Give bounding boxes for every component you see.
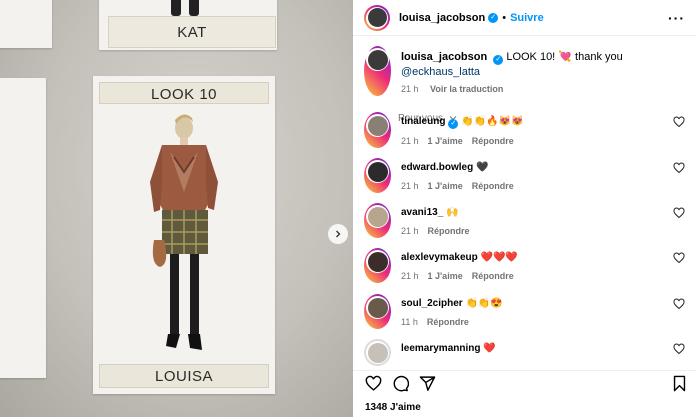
comment-like-heart-icon[interactable]: [673, 116, 685, 128]
comment-text: 🙌: [446, 207, 459, 218]
comment-likes[interactable]: 1 J'aime: [428, 271, 463, 281]
caption-username[interactable]: louisa_jacobson: [401, 51, 487, 63]
reply-button[interactable]: Répondre: [472, 136, 514, 146]
comment-like-heart-icon[interactable]: [673, 343, 685, 355]
comment-text: 👏👏🔥😻😻: [461, 116, 524, 127]
photo-sheet-topleft: [0, 0, 52, 48]
comment-avatar[interactable]: [367, 161, 388, 182]
caption-avatar: [367, 49, 388, 70]
comment-like-heart-icon[interactable]: [673, 252, 685, 264]
comment-avatar[interactable]: [367, 206, 388, 227]
comment-item: soul_2cipher 👏👏😍 11 h Répondre: [364, 294, 685, 329]
likes-count[interactable]: 1348 J'aime: [365, 402, 421, 413]
comment-text: ❤️: [483, 343, 496, 354]
see-translation-button[interactable]: Voir la traduction: [430, 84, 503, 94]
comment-item: tinaleung ✓ 👏👏🔥😻😻 21 h 1 J'aime Répondre: [364, 112, 685, 148]
comment-time[interactable]: 21 h: [401, 226, 419, 236]
verified-badge-icon: ✓: [448, 119, 459, 129]
reply-button[interactable]: Répondre: [472, 181, 514, 191]
comment-username[interactable]: avani13_: [401, 207, 443, 218]
post-panel: louisa_jacobson ✓ • Suivre ··· louisa_ja…: [353, 0, 696, 417]
caption: louisa_jacobson ✓ LOOK 10! 💘 thank you @…: [353, 37, 696, 96]
comment-avatar[interactable]: [367, 297, 388, 318]
comment-item: alexlevymakeup ❤️❤️❤️ 21 h 1 J'aime Répond…: [364, 248, 685, 283]
caption-time[interactable]: 21 h: [401, 84, 419, 94]
comment-text: 🖤: [476, 162, 489, 173]
caption-mention-link[interactable]: @eckhaus_latta: [401, 66, 480, 78]
reply-button[interactable]: Répondre: [472, 271, 514, 281]
comment-item: avani13_ 🙌 21 h Répondre: [364, 203, 685, 238]
comment-username[interactable]: soul_2cipher: [401, 298, 463, 309]
share-icon[interactable]: [419, 375, 436, 392]
comment-time[interactable]: 11 h: [401, 317, 418, 327]
caption-text: LOOK 10! 💘 thank you: [506, 51, 623, 63]
comment-likes[interactable]: 1 J'aime: [428, 136, 463, 146]
comment-text: ❤️❤️❤️: [480, 252, 518, 263]
chevron-right-icon: [336, 230, 341, 238]
comment-username[interactable]: alexlevymakeup: [401, 252, 478, 263]
photo-name-label: LOUISA: [154, 368, 214, 385]
comment-icon[interactable]: [392, 375, 409, 392]
verified-badge-icon: ✓: [488, 12, 499, 23]
more-options-icon[interactable]: ···: [668, 10, 685, 26]
reply-button[interactable]: Répondre: [427, 317, 469, 327]
model-figure: [150, 114, 218, 350]
follow-button[interactable]: Suivre: [510, 12, 544, 24]
verified-badge-icon: ✓: [493, 55, 504, 65]
comment-like-heart-icon[interactable]: [673, 162, 685, 174]
photo-top-label: KAT: [177, 24, 207, 41]
heart-icon[interactable]: [365, 375, 382, 392]
comment-username[interactable]: leemarymanning: [401, 343, 480, 354]
comment-avatar[interactable]: [367, 342, 388, 363]
comment-avatar[interactable]: [367, 115, 388, 136]
comment-item: leemarymanning ❤️: [364, 339, 685, 366]
post-header: louisa_jacobson ✓ • Suivre ···: [353, 0, 696, 36]
comment-username[interactable]: tinaleung: [401, 116, 445, 127]
separator-dot: •: [502, 11, 507, 24]
post-photo: KAT LOOK 10 LOUISA: [0, 0, 353, 417]
photo-sheet-left: [0, 78, 46, 378]
comments-section: louisa_jacobson ✓ LOOK 10! 💘 thank you @…: [353, 37, 696, 370]
comment-username[interactable]: edward.bowleg: [401, 162, 473, 173]
comment-time[interactable]: 21 h: [401, 271, 419, 281]
post-actions-bar: 1348 J'aime: [353, 370, 696, 417]
author-avatar-ring[interactable]: [364, 4, 390, 31]
comment-time[interactable]: 21 h: [401, 181, 419, 191]
comment-likes[interactable]: 1 J'aime: [428, 181, 463, 191]
comment-text: 👏👏😍: [465, 298, 503, 309]
author-username[interactable]: louisa_jacobson: [399, 12, 485, 24]
comment-time[interactable]: 21 h: [401, 136, 419, 146]
comment-avatar[interactable]: [367, 251, 388, 272]
next-photo-button[interactable]: [328, 224, 348, 244]
reply-button[interactable]: Répondre: [428, 226, 470, 236]
bookmark-icon[interactable]: [671, 375, 688, 392]
comment-like-heart-icon[interactable]: [673, 298, 685, 310]
caption-avatar-ring[interactable]: [364, 46, 391, 96]
author-avatar: [367, 8, 387, 27]
comment-like-heart-icon[interactable]: [673, 207, 685, 219]
comment-item: edward.bowleg 🖤 21 h 1 J'aime Répondre: [364, 158, 685, 193]
photo-look-label: LOOK 10: [150, 86, 218, 103]
